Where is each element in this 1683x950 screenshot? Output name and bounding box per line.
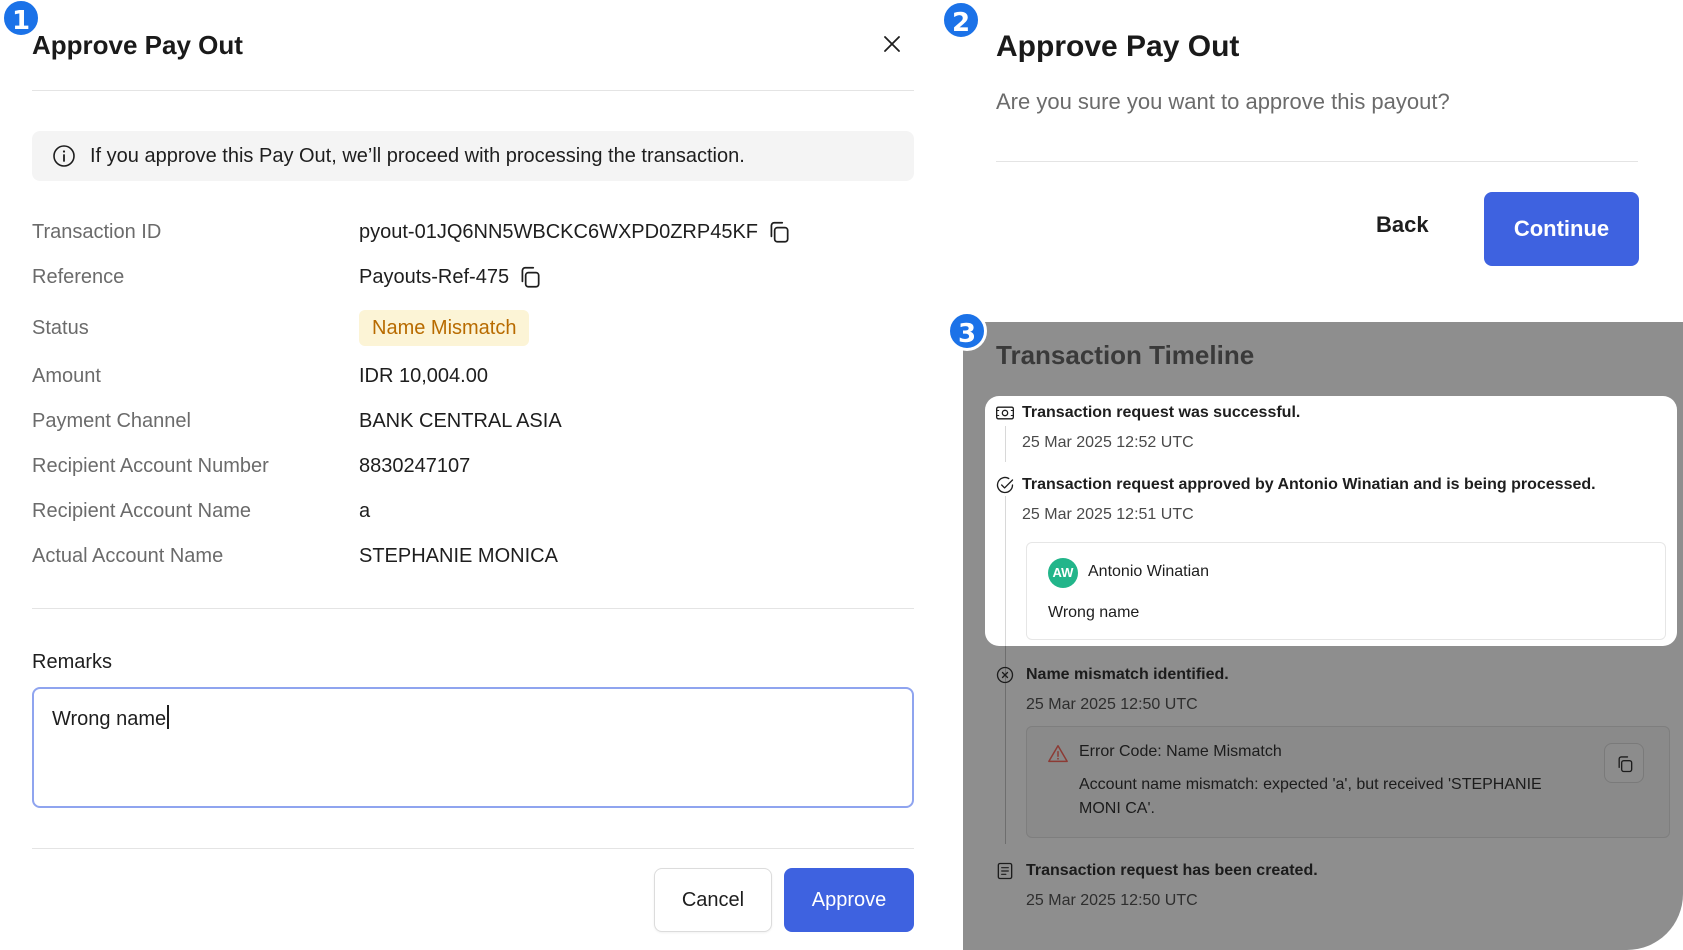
- info-icon: [53, 145, 75, 167]
- cancel-button[interactable]: Cancel: [654, 868, 772, 932]
- error-title: Error Code: Name Mismatch: [1079, 743, 1282, 760]
- x-circle-icon: [996, 666, 1014, 684]
- timeline-event-time: 25 Mar 2025 12:52 UTC: [1022, 434, 1194, 451]
- error-card: Error Code: Name Mismatch Account name m…: [1026, 726, 1670, 838]
- warning-icon: [1048, 745, 1068, 763]
- avatar: AW: [1048, 558, 1078, 588]
- timeline-event-title: Transaction request has been created.: [1026, 862, 1318, 879]
- close-icon[interactable]: [880, 32, 904, 56]
- confirm-approve-dialog: Approve Pay Out Are you sure you want to…: [996, 0, 1683, 322]
- timeline-highlight-card: Transaction request was successful. 25 M…: [985, 396, 1677, 646]
- payment-channel-value: BANK CENTRAL ASIA: [359, 409, 562, 432]
- detail-row-reference: Reference Payouts-Ref-475: [32, 261, 914, 293]
- dialog-title: Approve Pay Out: [32, 30, 243, 60]
- copy-icon: [1618, 756, 1633, 773]
- detail-row-status: Status Name Mismatch: [32, 310, 914, 346]
- recipient-account-number-value: 8830247107: [359, 454, 471, 477]
- approve-payout-dialog: Approve Pay Out If you approve this Pay …: [32, 0, 914, 950]
- copy-icon[interactable]: [766, 219, 792, 245]
- timeline-event-time: 25 Mar 2025 12:51 UTC: [1022, 506, 1194, 523]
- timeline-event-title: Transaction request was successful.: [1022, 404, 1301, 421]
- header-divider: [32, 90, 914, 91]
- transaction-id-value: pyout-01JQ6NN5WBCKC6WXPD0ZRP45KF: [359, 220, 759, 243]
- document-icon: [997, 862, 1013, 880]
- detail-label: Actual Account Name: [32, 544, 224, 567]
- detail-row-amount: Amount IDR 10,004.00: [32, 360, 914, 392]
- footer-divider: [32, 848, 914, 849]
- money-icon: [996, 406, 1014, 420]
- status-badge: Name Mismatch: [359, 310, 530, 346]
- remarks-value: Wrong name: [52, 708, 167, 730]
- timeline-connector: [1005, 496, 1006, 646]
- detail-row-payment-channel: Payment Channel BANK CENTRAL ASIA: [32, 405, 914, 437]
- confirm-subtitle: Are you sure you want to approve this pa…: [996, 89, 1450, 114]
- detail-value: pyout-01JQ6NN5WBCKC6WXPD0ZRP45KF: [359, 219, 792, 245]
- copy-error-button[interactable]: [1604, 743, 1644, 783]
- actual-account-name-value: STEPHANIE MONICA: [359, 544, 558, 567]
- timeline-event-title: Name mismatch identified.: [1026, 666, 1229, 683]
- text-caret: [167, 705, 169, 729]
- timeline-event-time: 25 Mar 2025 12:50 UTC: [1026, 696, 1198, 713]
- timeline-title: Transaction Timeline: [996, 340, 1255, 370]
- detail-row-recipient-account-number: Recipient Account Number 8830247107: [32, 450, 914, 482]
- back-button[interactable]: Back: [1376, 212, 1429, 238]
- detail-label: Amount: [32, 364, 101, 387]
- detail-row-transaction-id: Transaction ID pyout-01JQ6NN5WBCKC6WXPD0…: [32, 216, 914, 248]
- approve-button[interactable]: Approve: [784, 868, 914, 932]
- amount-value: IDR 10,004.00: [359, 364, 488, 387]
- remarks-label: Remarks: [32, 651, 113, 673]
- detail-label: Reference: [32, 265, 125, 288]
- detail-label: Recipient Account Number: [32, 454, 269, 477]
- comment-text: Wrong name: [1048, 604, 1140, 621]
- error-message: Account name mismatch: expected 'a', but…: [1079, 776, 1542, 817]
- step-badge-3: 3: [947, 311, 987, 351]
- remarks-textarea[interactable]: Wrong name: [32, 687, 914, 808]
- timeline-connector: [1005, 426, 1006, 462]
- reference-value: Payouts-Ref-475: [359, 265, 510, 288]
- timeline-connector: [1005, 674, 1006, 844]
- detail-label: Status: [32, 316, 89, 339]
- continue-button[interactable]: Continue: [1484, 192, 1639, 266]
- detail-value: Payouts-Ref-475: [359, 264, 543, 290]
- confirm-title: Approve Pay Out: [996, 30, 1240, 63]
- info-text: If you approve this Pay Out, we’ll proce…: [90, 144, 745, 167]
- transaction-timeline-panel: Transaction Timeline Transaction request…: [963, 322, 1683, 950]
- comment-user-name: Antonio Winatian: [1088, 563, 1209, 580]
- confirm-divider: [996, 161, 1638, 162]
- timeline-event-title: Transaction request approved by Antonio …: [1022, 476, 1596, 493]
- info-banner: If you approve this Pay Out, we’ll proce…: [32, 131, 914, 181]
- approval-comment-card: AW Antonio Winatian Wrong name: [1026, 542, 1666, 640]
- copy-icon[interactable]: [517, 264, 543, 290]
- detail-row-actual-account-name: Actual Account Name STEPHANIE MONICA: [32, 540, 914, 572]
- recipient-account-name-value: a: [359, 499, 371, 522]
- check-circle-icon: [996, 476, 1014, 494]
- detail-label: Recipient Account Name: [32, 499, 252, 522]
- detail-label: Transaction ID: [32, 220, 162, 243]
- timeline-event-time: 25 Mar 2025 12:50 UTC: [1026, 892, 1198, 909]
- detail-label: Payment Channel: [32, 409, 191, 432]
- detail-row-recipient-account-name: Recipient Account Name a: [32, 495, 914, 527]
- details-divider: [32, 608, 914, 609]
- step-badge-2: 2: [941, 0, 981, 40]
